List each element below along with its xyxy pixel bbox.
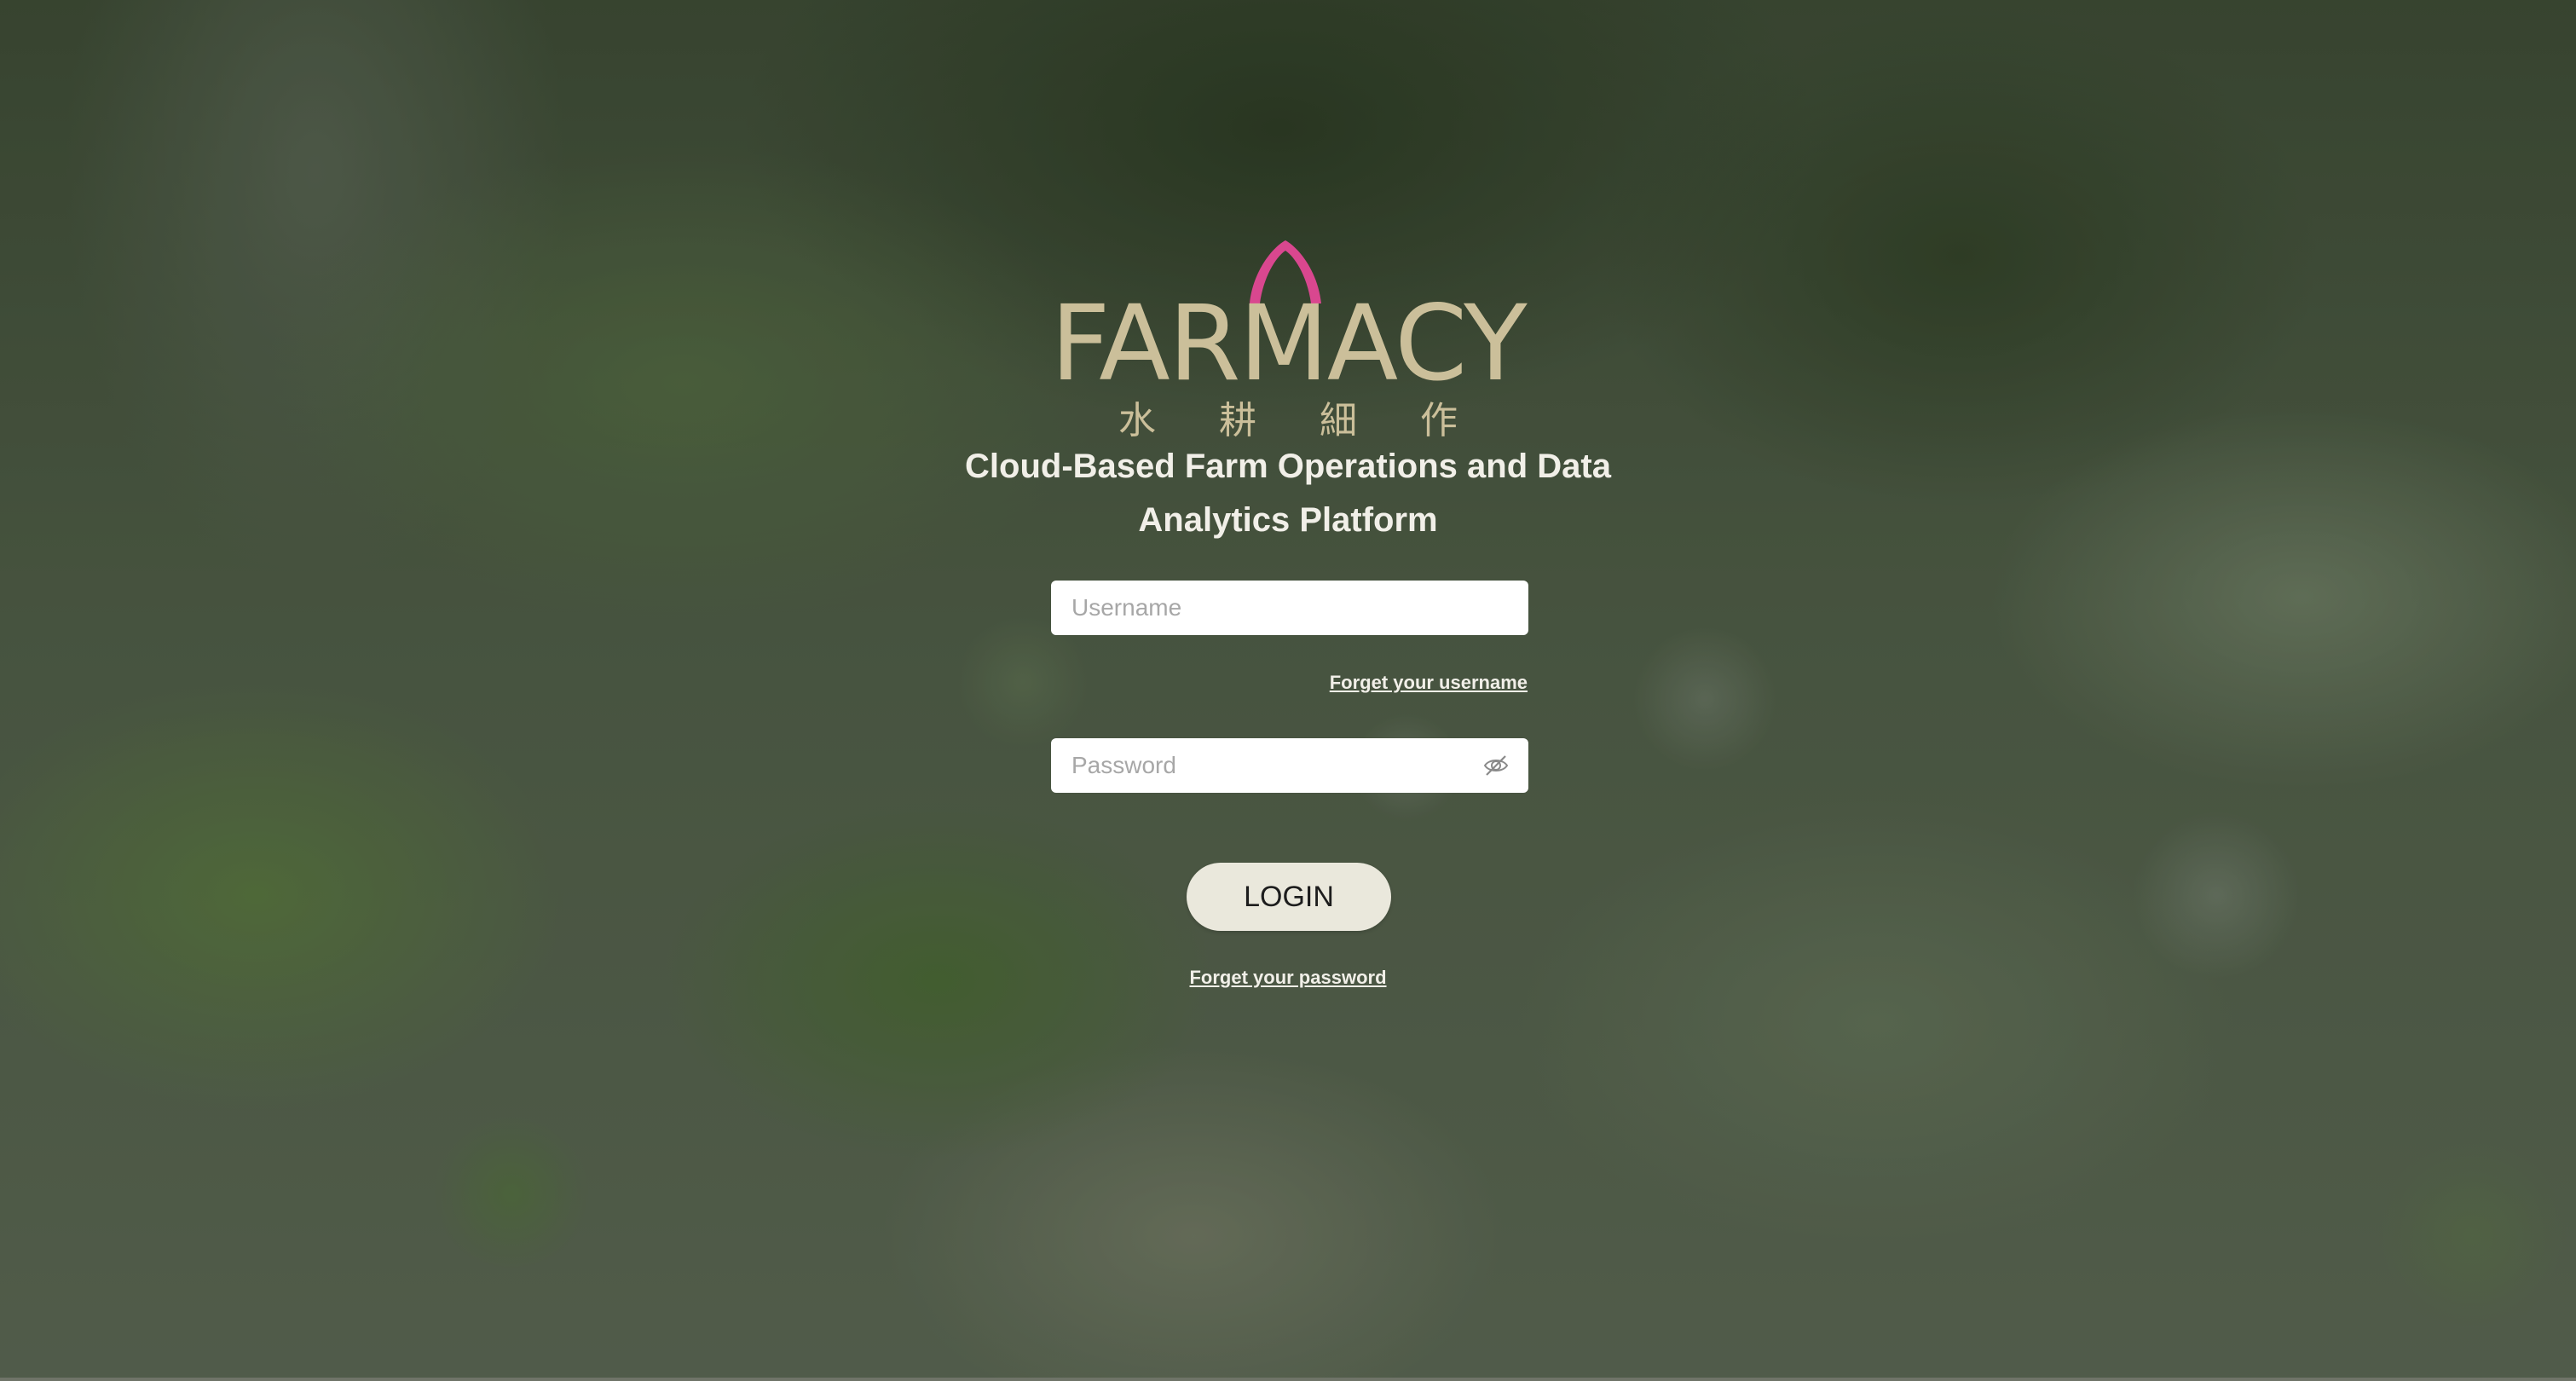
forgot-username-link[interactable]: Forget your username [1330, 672, 1528, 694]
platform-subtitle: Cloud-Based Farm Operations and Data Ana… [965, 448, 1611, 539]
username-field-container [1051, 581, 1528, 635]
username-input[interactable] [1051, 581, 1528, 635]
login-button[interactable]: LOGIN [1187, 863, 1391, 931]
bottom-divider [0, 1378, 2576, 1381]
password-input[interactable] [1051, 738, 1528, 793]
farmacy-logo: FARMACY 水 耕 細 作 [1048, 237, 1528, 452]
eye-slash-icon[interactable] [1482, 752, 1510, 779]
logo-wordmark: FARMACY [1050, 283, 1527, 404]
background-image [0, 0, 2576, 1381]
logo-chinese-text: 水 耕 細 作 [1118, 399, 1483, 442]
password-field-container [1051, 738, 1528, 793]
forgot-password-link[interactable]: Forget your password [1187, 967, 1389, 989]
